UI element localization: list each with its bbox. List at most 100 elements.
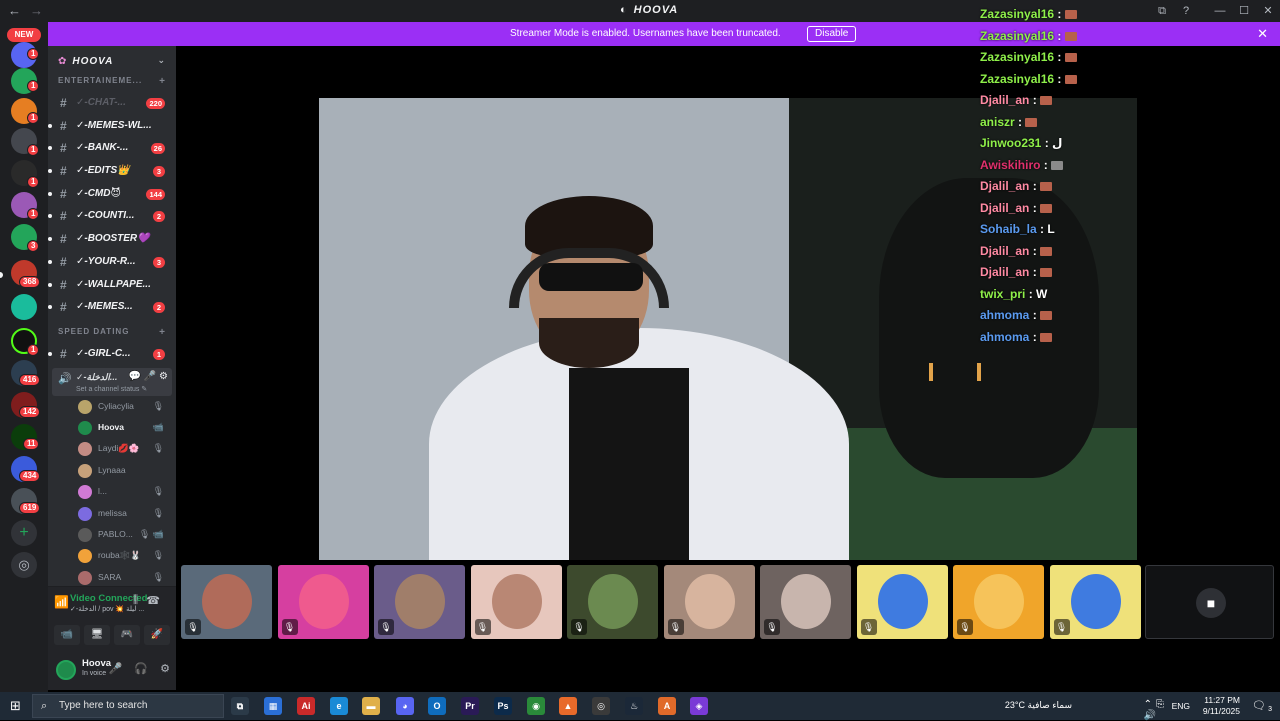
- weather-widget[interactable]: 23°C سماء صافية: [1005, 700, 1072, 711]
- taskbar-app-icon[interactable]: ▲: [559, 697, 577, 715]
- channel-item[interactable]: # ✓-GIRL-C... 1: [48, 343, 176, 366]
- tray-icons[interactable]: ⌃⎘🔊: [1144, 699, 1168, 721]
- voice-member[interactable]: Hoova 📹: [48, 417, 176, 438]
- emote-icon: [1064, 10, 1077, 20]
- language-indicator[interactable]: ENG: [1172, 701, 1190, 711]
- taskbar-app-icon[interactable]: ▦: [264, 697, 282, 715]
- participant-tile[interactable]: 🎙: [567, 565, 658, 639]
- chat-separator: :: [1054, 28, 1065, 43]
- add-server-icon[interactable]: +: [11, 520, 37, 546]
- channel-name: ✓-MEMES...: [76, 301, 133, 313]
- channel-item[interactable]: # ✓-CHAT-... 220: [48, 92, 176, 115]
- category-speed-dating[interactable]: SPEED DATING +: [48, 327, 176, 343]
- close-window-button[interactable]: ✕: [1256, 0, 1280, 22]
- camera-button[interactable]: 📹: [54, 625, 80, 645]
- outlook-icon[interactable]: O: [428, 697, 446, 715]
- server-icon[interactable]: [11, 294, 37, 320]
- discover-icon[interactable]: ◎: [11, 552, 37, 578]
- mention-count: 220: [146, 98, 165, 109]
- channel-item[interactable]: # ✓-CMD😈 144: [48, 183, 176, 206]
- voice-member[interactable]: Laydi💋🌸 🎙: [48, 438, 176, 459]
- photoshop-icon[interactable]: Ps: [494, 697, 512, 715]
- unread-dot: [48, 259, 52, 264]
- screen-share-button[interactable]: 🖥: [84, 625, 110, 645]
- channel-item[interactable]: # ✓-MEMES-WL...: [48, 115, 176, 138]
- participant-tile[interactable]: 🎙: [470, 565, 562, 639]
- banner-message: Streamer Mode is enabled. Usernames have…: [510, 28, 781, 39]
- minimize-button[interactable]: —: [1208, 0, 1232, 22]
- taskbar-app-icon[interactable]: ◈: [690, 697, 708, 715]
- category-entertainment[interactable]: ENTERTAINEME... +: [48, 76, 176, 92]
- voice-member[interactable]: l... 🎙: [48, 481, 176, 502]
- obs-icon[interactable]: ◎: [592, 697, 610, 715]
- unread-badge: 368: [19, 276, 41, 288]
- channel-item[interactable]: # ✓-YOUR-R... 3: [48, 251, 176, 274]
- unread-badge: 3: [27, 240, 40, 252]
- channel-item[interactable]: # ✓-COUNTI... 2: [48, 205, 176, 228]
- forward-arrow-icon[interactable]: →: [30, 3, 43, 18]
- illustrator-icon[interactable]: Ai: [297, 697, 315, 715]
- clock[interactable]: 11:27 PM 9/11/2025: [1203, 695, 1240, 717]
- steam-icon[interactable]: ♨: [625, 697, 643, 715]
- user-panel: Hoova In voice 🎤 🎧 ⚙: [48, 650, 176, 690]
- channel-item[interactable]: # ✓-BOOSTER💜: [48, 228, 176, 251]
- headphones-icon[interactable]: 🎧: [134, 662, 148, 675]
- server-header[interactable]: ✿ HOOVA ⌄: [48, 46, 176, 76]
- disable-streamer-mode-button[interactable]: Disable: [807, 26, 857, 42]
- premiere-icon[interactable]: Pr: [461, 697, 479, 715]
- participant-tile[interactable]: 🎙: [856, 565, 948, 639]
- avatar[interactable]: [56, 660, 76, 680]
- add-channel-icon[interactable]: +: [159, 76, 166, 87]
- participant-tile[interactable]: 🎙: [953, 565, 1044, 639]
- chat-line: Awiskihiro :: [980, 155, 1200, 177]
- file-explorer-icon[interactable]: ▬: [362, 697, 380, 715]
- participant-tile[interactable]: 🎙: [181, 565, 272, 639]
- windows-start-icon[interactable]: ⊞: [10, 698, 21, 714]
- participant-tile[interactable]: 🎙: [663, 565, 755, 639]
- hash-icon: #: [60, 186, 67, 201]
- voice-member[interactable]: PABLO... 🎙 📹: [48, 524, 176, 545]
- back-arrow-icon[interactable]: ←: [8, 3, 21, 18]
- set-channel-status[interactable]: Set a channel status ✎: [76, 385, 147, 393]
- edge-icon[interactable]: e: [330, 697, 348, 715]
- participant-avatar: [684, 574, 735, 629]
- chat-separator: :: [1025, 286, 1037, 301]
- noise-suppression-icon[interactable]: ⫼: [133, 594, 138, 607]
- unread-badge: 1: [27, 144, 40, 156]
- voice-member[interactable]: Cyliacylia 🎙: [48, 396, 176, 417]
- participant-tile[interactable]: 🎙: [374, 565, 465, 639]
- voice-member[interactable]: Lynaaa: [48, 460, 176, 481]
- participant-avatar: [974, 574, 1024, 629]
- voice-member[interactable]: SARA 🎙: [48, 567, 176, 588]
- mic-icon[interactable]: 🎤: [109, 662, 123, 675]
- channel-item[interactable]: # ✓-EDITS👑 3: [48, 160, 176, 183]
- task-view-icon[interactable]: ⧉: [231, 697, 249, 715]
- maximize-button[interactable]: ☐: [1232, 0, 1256, 22]
- chrome-icon[interactable]: ◉: [527, 697, 545, 715]
- channel-item[interactable]: # ✓-MEMES... 2: [48, 296, 176, 319]
- participant-tile[interactable]: 🎙: [1049, 565, 1141, 639]
- muted-mic-icon: 🎙: [667, 619, 684, 635]
- taskbar-search-input[interactable]: ⌕ Type here to search: [32, 694, 224, 718]
- channel-item[interactable]: # ✓-BANK-... 26: [48, 137, 176, 160]
- hash-icon: #: [60, 346, 67, 361]
- voice-channel-actions-icon[interactable]: 💬 🎤 ⚙: [129, 371, 168, 382]
- chevron-down-icon[interactable]: ⌄: [157, 55, 166, 66]
- soundboard-button[interactable]: 🚀: [144, 625, 170, 645]
- channel-item[interactable]: # ✓-WALLPAPE...: [48, 274, 176, 297]
- turn-on-camera-tile[interactable]: ■: [1145, 565, 1274, 639]
- disconnect-icon[interactable]: ☎: [146, 594, 160, 607]
- settings-gear-icon[interactable]: ⚙: [160, 662, 170, 675]
- voice-member[interactable]: rouba🕸️🐰 🎙: [48, 545, 176, 566]
- discord-icon[interactable]: ◕: [396, 697, 414, 715]
- voice-channel-active[interactable]: 🔊 ✓-الدخلة... Set a channel status ✎ 💬 🎤…: [52, 367, 172, 396]
- unread-dot: [48, 191, 52, 196]
- notification-icon[interactable]: 🗨: [1252, 699, 1266, 712]
- add-channel-icon[interactable]: +: [159, 327, 166, 338]
- participant-tile[interactable]: 🎙: [760, 565, 851, 639]
- activity-button[interactable]: 🎮: [114, 625, 140, 645]
- voice-member[interactable]: melissa 🎙: [48, 503, 176, 524]
- participant-tile[interactable]: 🎙: [277, 565, 369, 639]
- taskbar-app-icon[interactable]: A: [658, 697, 676, 715]
- close-banner-icon[interactable]: ✕: [1257, 26, 1268, 42]
